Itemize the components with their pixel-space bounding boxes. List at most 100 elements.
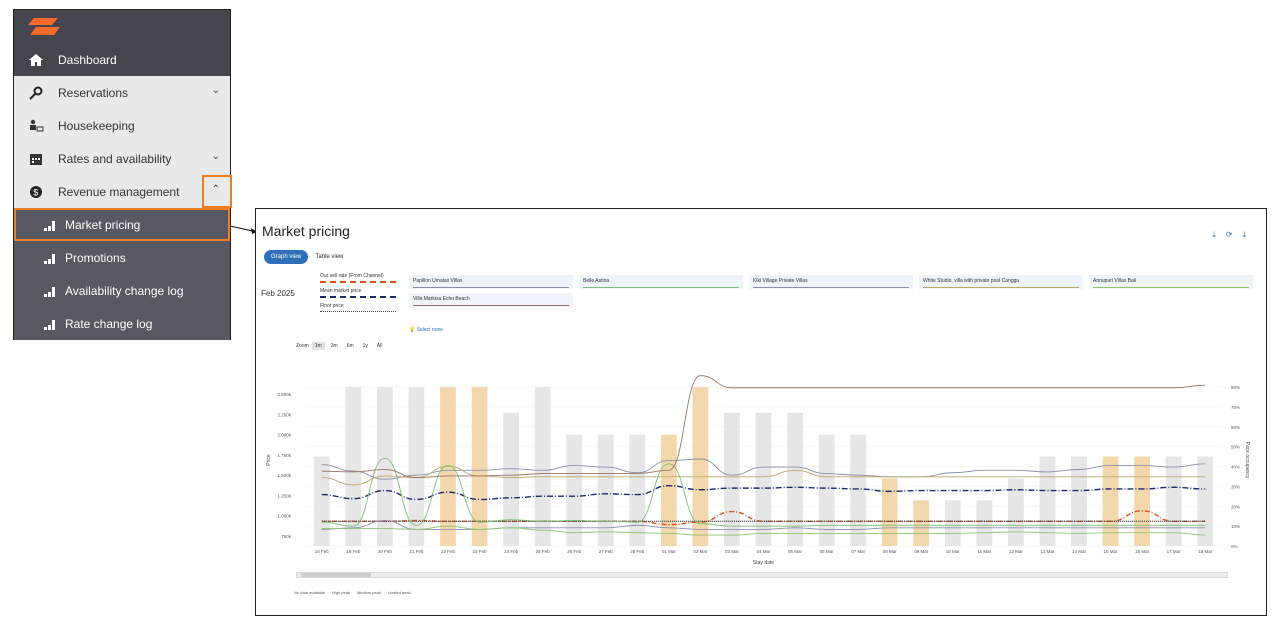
occupancy-bar xyxy=(944,500,961,546)
chevron-down-icon[interactable]: ⌄ xyxy=(212,151,220,162)
x-axis-label: Stay date xyxy=(753,560,774,566)
chart-scrollbar[interactable] xyxy=(296,572,1228,578)
y-tick-label: 1.250k xyxy=(277,493,291,498)
y2-tick-label: 10% xyxy=(1231,524,1240,529)
x-tick-label: 05 Mar xyxy=(788,549,803,554)
chart-scrollbar-thumb[interactable] xyxy=(301,573,371,577)
sidebar-item-dashboard[interactable]: Dashboard xyxy=(14,43,230,76)
x-tick-label: 19 Feb xyxy=(346,549,361,554)
sidebar-item-market-pricing[interactable]: Market pricing xyxy=(14,208,230,241)
occupancy-bar xyxy=(1008,478,1024,546)
home-icon xyxy=(28,52,44,68)
occupancy-bar xyxy=(660,434,677,546)
key-icon xyxy=(28,85,44,101)
y2-tick-label: 70% xyxy=(1231,405,1240,410)
chevron-highlight xyxy=(202,175,232,208)
occupancy-bar xyxy=(913,500,930,546)
y-tick-label: 1.500k xyxy=(277,473,291,478)
bar-chart-icon xyxy=(43,283,59,299)
dollar-icon: $ xyxy=(28,184,44,200)
y-tick-label: 2.250k xyxy=(277,412,291,417)
sidebar-item-label: Reservations xyxy=(58,85,129,100)
sidebar-menu: Dashboard Reservations ⌄ Housekeeping Rates … xyxy=(13,9,232,340)
x-tick-label: 27 Feb xyxy=(599,549,614,554)
bar-chart-icon xyxy=(43,316,59,332)
logo-icon xyxy=(28,18,60,35)
occupancy-bar xyxy=(313,456,330,546)
legend-high-peak: High peak xyxy=(331,590,350,595)
legend-no-data: No data available xyxy=(294,590,325,595)
y-tick-label: 1.000k xyxy=(277,514,291,519)
y-tick-label: 750k xyxy=(281,534,292,539)
sidebar-item-label: Housekeeping xyxy=(58,118,135,133)
x-tick-label: 06 Mar xyxy=(820,549,835,554)
x-tick-label: 17 Mar xyxy=(1167,549,1182,554)
y2-tick-label: 50% xyxy=(1231,445,1240,450)
app-logo[interactable] xyxy=(14,10,230,43)
svg-text:$: $ xyxy=(33,188,38,198)
market-pricing-chart: 18 Feb 19 Feb 20 Feb 21 Feb 22 Feb 23 Feb 24 F… xyxy=(266,375,1250,566)
occupancy-bar xyxy=(503,412,519,546)
sidebar-item-promotions[interactable]: Promotions xyxy=(14,241,230,274)
x-tick-label: 01 Mar xyxy=(662,549,677,554)
chevron-down-icon[interactable]: ⌄ xyxy=(212,85,220,96)
occupancy-bar xyxy=(976,500,993,546)
occupancy-bar xyxy=(881,478,898,546)
peak-legend: No data available High peak Medium peak … xyxy=(294,590,411,595)
x-tick-label: 03 Mar xyxy=(725,549,740,554)
calendar-icon xyxy=(28,151,44,167)
x-tick-label: 08 Mar xyxy=(883,549,898,554)
y2-tick-label: 60% xyxy=(1231,425,1240,430)
x-tick-label: 22 Feb xyxy=(441,549,456,554)
x-tick-label: 16 Mar xyxy=(1135,549,1150,554)
legend-medium-peak: Medium peak xyxy=(356,590,381,595)
x-tick-label: 10 Mar xyxy=(946,549,961,554)
occupancy-bar xyxy=(629,434,646,546)
y2-tick-label: 40% xyxy=(1231,465,1240,470)
y-tick-label: 2.000k xyxy=(277,433,291,438)
x-tick-label: 14 Mar xyxy=(1072,549,1087,554)
y2-tick-label: 30% xyxy=(1231,484,1240,489)
x-tick-label: 18 Mar xyxy=(1198,549,1213,554)
market-pricing-panel: Market pricing ⤓ ⟳ ⤓ Graph view Table vi… xyxy=(255,208,1267,616)
x-tick-label: 11 Mar xyxy=(978,549,992,554)
x-tick-label: 24 Feb xyxy=(504,549,519,554)
sidebar-item-reservations[interactable]: Reservations ⌄ xyxy=(14,76,230,109)
x-tick-label: 26 Feb xyxy=(567,549,582,554)
sidebar-item-label: Revenue management xyxy=(58,184,180,199)
x-tick-label: 15 Mar xyxy=(1104,549,1119,554)
bar-chart-icon xyxy=(43,250,59,266)
occupancy-bar xyxy=(1197,456,1214,546)
occupancy-bar xyxy=(376,387,393,546)
y-axis-label: Price xyxy=(266,454,272,466)
legend-limited-peak: Limited peak xyxy=(387,590,411,595)
sidebar-item-label: Dashboard xyxy=(58,52,117,67)
sidebar-item-rate-change-log[interactable]: Rate change log xyxy=(14,307,230,340)
x-tick-label: 23 Feb xyxy=(473,549,488,554)
y2-tick-label: 80% xyxy=(1231,385,1240,390)
y2-tick-label: 20% xyxy=(1231,504,1240,509)
y-tick-label: 1.750k xyxy=(277,453,291,458)
sidebar-item-housekeeping[interactable]: Housekeeping xyxy=(14,109,230,142)
sidebar-item-label: Availability change log xyxy=(65,283,184,298)
x-tick-label: 02 Mar xyxy=(693,549,708,554)
sidebar-item-label: Rates and availability xyxy=(58,151,172,166)
x-tick-label: 25 Feb xyxy=(536,549,551,554)
sidebar-item-revenue-management[interactable]: $ Revenue management ⌃ xyxy=(14,175,232,208)
sidebar-item-availability-change-log[interactable]: Availability change log xyxy=(14,274,230,307)
x-tick-label: 20 Feb xyxy=(378,549,393,554)
x-tick-label: 07 Mar xyxy=(851,549,866,554)
occupancy-bar xyxy=(566,434,583,546)
y2-axis-label: Pace occupancy xyxy=(1244,442,1250,479)
sidebar-item-rates-and-availability[interactable]: Rates and availability ⌄ xyxy=(14,142,230,175)
x-tick-label: 28 Feb xyxy=(630,549,645,554)
x-tick-label: 09 Mar xyxy=(914,549,929,554)
x-tick-label: 04 Mar xyxy=(756,549,771,554)
x-tick-label: 12 Mar xyxy=(1009,549,1024,554)
housekeeping-icon xyxy=(28,118,44,134)
occupancy-bar xyxy=(597,434,614,546)
x-tick-label: 21 Feb xyxy=(409,549,424,554)
selected-item-highlight xyxy=(14,208,230,241)
x-tick-label: 13 Mar xyxy=(1040,549,1055,554)
x-tick-label: 18 Feb xyxy=(315,549,330,554)
